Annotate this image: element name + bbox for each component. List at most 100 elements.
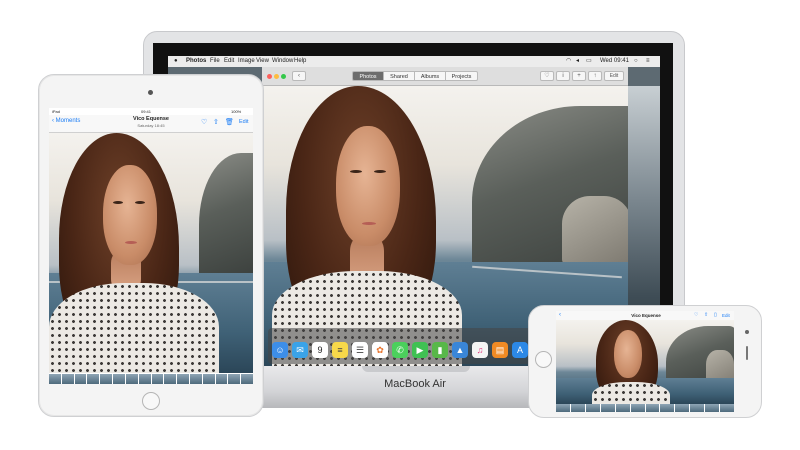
thumbnail[interactable] (202, 374, 215, 384)
finder-icon[interactable]: ☺ (272, 342, 288, 358)
ipad-camera (148, 90, 153, 95)
ipad-photo[interactable] (49, 133, 253, 373)
iphone-photo[interactable] (556, 320, 734, 404)
thumbnail[interactable] (228, 374, 241, 384)
ibooks-icon[interactable]: ▤ (492, 342, 508, 358)
thumbnail[interactable] (556, 404, 570, 412)
menu-file[interactable]: File (210, 56, 220, 67)
share-icon[interactable]: ↑ (588, 71, 602, 81)
list-icon[interactable]: ≡ (646, 56, 650, 67)
iphone-back-icon[interactable]: ‹ (559, 311, 561, 320)
thumbnail[interactable] (570, 404, 585, 412)
thumbnail[interactable] (74, 374, 87, 384)
thumbnail[interactable] (189, 374, 202, 384)
iphone-home-button[interactable] (535, 351, 552, 368)
thumbnail[interactable] (660, 404, 675, 412)
thumbnail[interactable] (645, 404, 660, 412)
messages-icon[interactable]: ✆ (392, 342, 408, 358)
ipad-status-bar: iPad 09:41 100% (49, 108, 253, 115)
add-icon[interactable]: + (572, 71, 586, 81)
iphone-title: Vico Equense (631, 313, 661, 318)
ipad-nav-bar: ‹ Moments Vico Equense Saturday 18:45 ♡ … (49, 115, 253, 133)
numbers-icon[interactable]: ▮ (432, 342, 448, 358)
search-icon[interactable]: ○ (634, 56, 638, 67)
trash-icon[interactable]: 🗑 (225, 118, 234, 126)
thumbnail[interactable] (125, 374, 138, 384)
thumbnail[interactable] (675, 404, 690, 412)
face (103, 165, 157, 265)
thumbnail[interactable] (164, 374, 177, 384)
menubar: ● Photos File Edit Image View Window Hel… (168, 56, 660, 67)
thumbnail[interactable] (100, 374, 113, 384)
thumbnail[interactable] (615, 404, 630, 412)
ipad-title: Vico Equense (133, 116, 169, 122)
mail-icon[interactable]: ✉ (292, 342, 308, 358)
iphone-edit-button[interactable]: Edit (722, 311, 730, 320)
appstore-icon[interactable]: A (512, 342, 528, 358)
menu-image[interactable]: Image (238, 56, 255, 67)
tab-projects[interactable]: Projects (445, 71, 478, 81)
apple-menu-icon[interactable]: ● (174, 56, 178, 67)
heart-icon[interactable]: ♡ (540, 71, 554, 81)
cliff (199, 153, 253, 273)
iphone-heart-icon[interactable]: ♡ (694, 311, 698, 320)
tab-albums[interactable]: Albums (414, 71, 446, 81)
thumbnail[interactable] (630, 404, 645, 412)
thumbnail[interactable] (215, 374, 228, 384)
menu-window[interactable]: Window (272, 56, 293, 67)
itunes-icon[interactable]: ♫ (472, 342, 488, 358)
battery-icon[interactable]: ▭ (586, 56, 592, 67)
edit-button[interactable]: Edit (604, 71, 624, 81)
photos-app-icon[interactable]: ✿ (372, 342, 388, 358)
iphone-trash-icon[interactable]: ▯ (714, 311, 717, 320)
thumbnail[interactable] (600, 404, 615, 412)
volume-icon[interactable]: ◂ (576, 56, 579, 67)
right-eye (135, 201, 145, 204)
back-moments-label: Moments (55, 118, 81, 124)
window-toolbar: ‹ Photos Shared Albums Projects ♡ i + ↑ … (262, 67, 628, 86)
wifi-icon[interactable]: ◠ (566, 56, 571, 67)
reminders-icon[interactable]: ☰ (352, 342, 368, 358)
thumbnail[interactable] (241, 374, 253, 384)
iphone-share-icon[interactable]: ⇧ (704, 311, 708, 320)
thumbnail[interactable] (87, 374, 100, 384)
keynote-icon[interactable]: ▲ (452, 342, 468, 358)
menubar-clock[interactable]: Wed 09:41 (600, 56, 629, 67)
iphone-thumbnail-strip[interactable] (556, 404, 734, 412)
close-button[interactable] (267, 74, 272, 79)
share-icon[interactable]: ⇧ (213, 118, 219, 126)
thumbnail[interactable] (61, 374, 74, 384)
thumbnail[interactable] (49, 374, 61, 384)
notes-icon[interactable]: ≡ (332, 342, 348, 358)
zoom-button[interactable] (281, 74, 286, 79)
face (336, 126, 400, 246)
thumbnail-strip[interactable] (49, 374, 253, 384)
thumbnail[interactable] (720, 404, 734, 412)
ipad-home-button[interactable] (142, 392, 160, 410)
thumbnail[interactable] (585, 404, 600, 412)
tab-shared[interactable]: Shared (383, 71, 415, 81)
thumbnail[interactable] (690, 404, 705, 412)
ipad-device-label: iPad (52, 109, 61, 114)
calendar-icon[interactable]: 9 (312, 342, 328, 358)
info-icon[interactable]: i (556, 71, 570, 81)
shirt (592, 382, 670, 404)
menu-view[interactable]: View (256, 56, 269, 67)
thumbnail[interactable] (177, 374, 189, 384)
menu-edit[interactable]: Edit (224, 56, 234, 67)
minimize-button[interactable] (274, 74, 279, 79)
back-moments-button[interactable]: ‹ Moments (52, 118, 80, 124)
thumbnail[interactable] (113, 374, 125, 384)
back-button[interactable]: ‹ (292, 71, 306, 81)
thumbnail[interactable] (705, 404, 720, 412)
facetime-icon[interactable]: ▶ (412, 342, 428, 358)
ipad-battery-label: 100% (231, 109, 242, 114)
ipad-screen: iPad 09:41 100% ‹ Moments Vico Equense S… (49, 108, 253, 384)
favorite-icon[interactable]: ♡ (201, 118, 207, 126)
thumbnail[interactable] (138, 374, 151, 384)
app-menu[interactable]: Photos (186, 56, 206, 67)
thumbnail[interactable] (151, 374, 164, 384)
ipad-edit-button[interactable]: Edit (239, 119, 248, 125)
menu-help[interactable]: Help (294, 56, 306, 67)
tab-photos[interactable]: Photos (352, 71, 384, 81)
